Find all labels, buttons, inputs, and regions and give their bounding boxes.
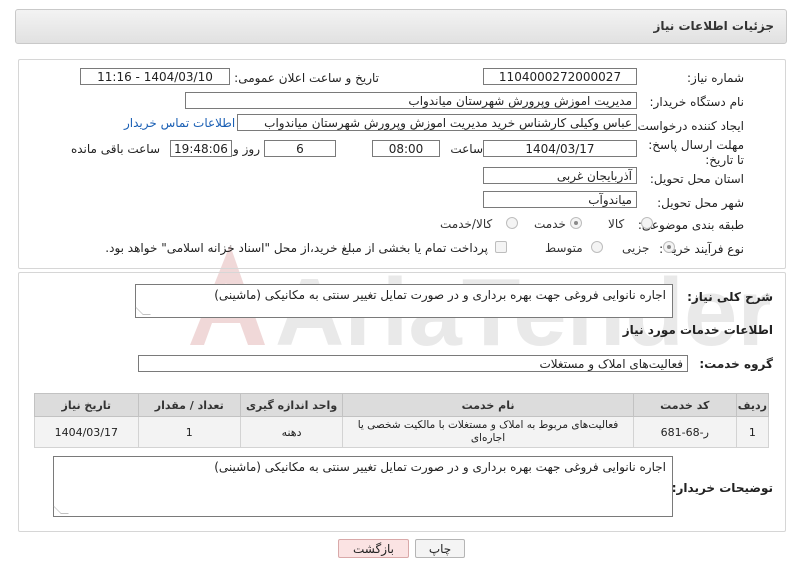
category-radio-service[interactable] (570, 217, 582, 229)
category-radio-goods-service[interactable] (506, 217, 518, 229)
process-radio-minor[interactable] (663, 241, 675, 253)
summary-label: شرح کلی نیاز: (687, 290, 773, 304)
services-table: ردیف کد خدمت نام خدمت واحد اندازه گیری ت… (34, 393, 770, 448)
services-section-title: اطلاعات خدمات مورد نیاز (622, 323, 773, 337)
summary-text: اجاره نانوایی فروغی جهت بهره برداری و در… (214, 288, 666, 302)
cell-quantity: 1 (137, 416, 241, 448)
treasury-payment-checkbox[interactable] (495, 241, 507, 253)
category-radio-goods[interactable] (641, 217, 653, 229)
remaining-days-field: 6 (264, 140, 336, 157)
page-header: جزئیات اطلاعات نیاز (15, 9, 787, 44)
buyer-desc-label: توضیحات خریدار: (671, 481, 773, 495)
city-label: شهر محل تحویل: (657, 196, 744, 210)
col-unit-header: واحد اندازه گیری (239, 393, 344, 417)
remaining-time-label: ساعت باقی مانده (70, 142, 160, 156)
category-option-goods-service: کالا/خدمت (440, 217, 493, 231)
back-button[interactable]: بازگشت (338, 539, 409, 558)
print-button[interactable]: چاپ (415, 539, 465, 558)
cell-service-code: ر-68-681 (632, 416, 737, 448)
deadline-date-field: 1404/03/17 (483, 140, 637, 157)
treasury-payment-note: پرداخت تمام یا بخشی از مبلغ خرید،از محل … (105, 241, 488, 255)
summary-textarea[interactable]: اجاره نانوایی فروغی جهت بهره برداری و در… (135, 284, 673, 318)
process-option-minor: جزیی (622, 241, 650, 255)
process-option-medium: متوسط (545, 241, 583, 255)
col-qty-header: تعداد / مقدار (137, 393, 241, 417)
resize-grip-icon[interactable] (53, 506, 69, 514)
province-field: آذربایجان غربی (483, 167, 637, 184)
announce-label: تاریخ و ساعت اعلان عمومی: (234, 71, 379, 85)
resize-grip-icon[interactable] (135, 307, 151, 315)
table-header-row: ردیف کد خدمت نام خدمت واحد اندازه گیری ت… (34, 393, 770, 417)
buyer-org-label: نام دستگاه خریدار: (649, 95, 745, 109)
cell-row-number: 1 (735, 416, 770, 448)
need-number-label: شماره نیاز: (687, 71, 744, 85)
process-radio-medium[interactable] (591, 241, 603, 253)
province-label: استان محل تحویل: (649, 172, 744, 186)
announce-datetime-field: 1404/03/10 - 11:16 (80, 68, 230, 85)
buyer-contact-link[interactable]: اطلاعات تماس خریدار (124, 116, 235, 130)
buyer-desc-text: اجاره نانوایی فروغی جهت بهره برداری و در… (214, 460, 666, 474)
table-row: 1 ر-68-681 فعالیت‌های مربوط به املاک و م… (34, 416, 770, 448)
service-group-field: فعالیت‌های املاک و مستغلات (138, 355, 688, 372)
col-name-header: نام خدمت (342, 393, 634, 417)
deadline-time-field: 08:00 (372, 140, 440, 157)
creator-label: ایجاد کننده درخواست: (633, 119, 744, 133)
category-option-goods: کالا (608, 217, 625, 231)
remaining-time-field: 19:48:06 (170, 140, 232, 157)
buyer-desc-textarea[interactable]: اجاره نانوایی فروغی جهت بهره برداری و در… (53, 456, 673, 517)
col-date-header: تاریخ نیاز (34, 393, 139, 417)
col-row-header: ردیف (735, 393, 770, 417)
buyer-org-field: مدیریت اموزش وپرورش شهرستان میاندواب (185, 92, 637, 109)
deadline-label: مهلت ارسال پاسخ: تا تاریخ: (648, 138, 744, 167)
service-group-label: گروه خدمت: (699, 357, 773, 371)
creator-field: عباس وکیلی کارشناس خرید مدیریت اموزش وپر… (237, 114, 637, 131)
need-number-field: 1104000272000027 (483, 68, 637, 85)
deadline-time-label: ساعت (450, 142, 483, 156)
category-label: طبقه بندی موضوعی: (637, 218, 744, 232)
category-option-service: خدمت (534, 217, 566, 231)
page-title: جزئیات اطلاعات نیاز (653, 19, 774, 33)
cell-service-name: فعالیت‌های مربوط به املاک و مستغلات با م… (342, 416, 634, 448)
cell-need-date: 1404/03/17 (34, 416, 139, 448)
cell-unit: دهنه (239, 416, 344, 448)
days-label: روز و (233, 142, 260, 156)
city-field: میاندوآب (483, 191, 637, 208)
col-code-header: کد خدمت (632, 393, 737, 417)
